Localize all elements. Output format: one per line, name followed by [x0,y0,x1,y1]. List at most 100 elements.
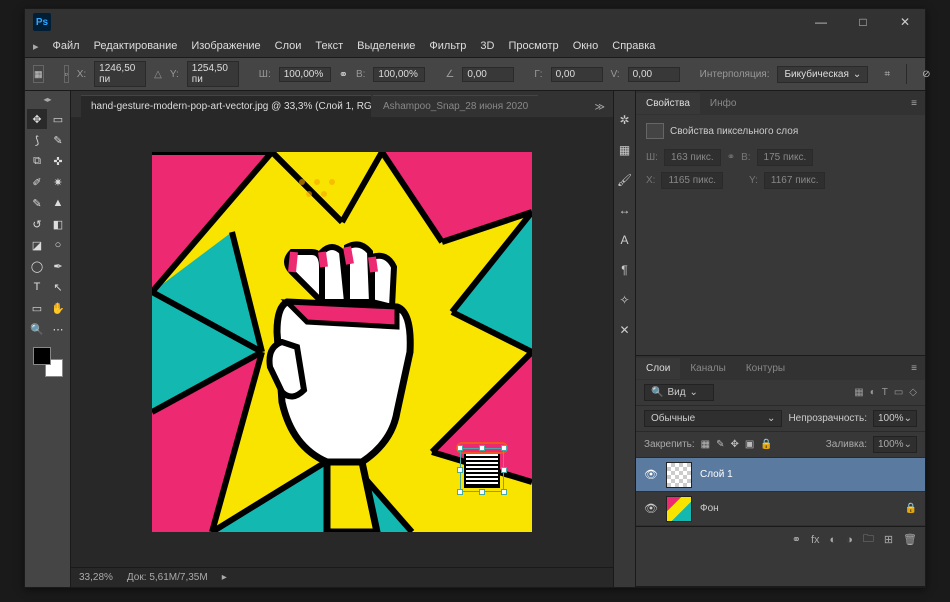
close-button[interactable]: ✕ [893,15,917,29]
menu-window[interactable]: Окно [567,38,605,54]
lock-brush-icon[interactable]: ✎ [716,439,724,450]
filter-pixel-icon[interactable]: ▦ [854,387,863,398]
y-input[interactable]: 1254,50 пи [187,61,239,87]
layer-name[interactable]: Слой 1 [700,469,733,480]
reference-point-icon[interactable]: ▫ [64,65,69,83]
handle-br[interactable] [501,489,507,495]
menu-type[interactable]: Текст [309,38,349,54]
prop-y-input[interactable]: 1167 пикс. [764,172,826,189]
edit-toolbar[interactable]: ⋯ [48,319,68,339]
tabs-overflow-icon[interactable]: ≫ [587,98,613,117]
filter-shape-icon[interactable]: ▭ [894,387,903,398]
tab-paths[interactable]: Контуры [736,358,795,379]
w-input[interactable]: 100,00% [279,67,331,82]
handle-bm[interactable] [479,489,485,495]
stamp-tool[interactable]: ▲ [48,193,68,213]
menu-file[interactable]: Файл [47,38,86,54]
tab-inactive[interactable]: Ashampoo_Snap_28 июня 2020 [373,95,538,117]
cancel-transform-icon[interactable]: ⊘ [915,63,937,85]
menu-help[interactable]: Справка [606,38,661,54]
dock-icon-4[interactable]: A [616,231,634,249]
angle-input[interactable]: 0,00 [462,67,514,82]
visibility-toggle[interactable]: 👁 [644,468,658,481]
dock-icon-1[interactable]: ▦ [616,141,634,159]
blend-mode-select[interactable]: Обычные⌄ [644,410,782,427]
hand-tool[interactable]: ✋ [48,298,68,318]
layer-thumbnail[interactable] [666,462,692,488]
crop-tool[interactable]: ⧉ [27,151,47,171]
link-layers-icon[interactable]: ⚭ [792,533,801,546]
move-tool[interactable]: ✥ [27,109,47,129]
handle-ml[interactable] [457,467,463,473]
tab-layers[interactable]: Слои [636,358,680,379]
shape-tool[interactable]: ▭ [27,298,47,318]
menu-edit[interactable]: Редактирование [88,38,184,54]
h-input[interactable]: 100,00% [373,67,425,82]
layer-name[interactable]: Фон [700,503,719,514]
handle-tr[interactable] [501,445,507,451]
foreground-color[interactable] [33,347,51,365]
menu-view[interactable]: Просмотр [502,38,564,54]
opacity-input[interactable]: 100%⌄ [873,410,917,427]
transform-tool-icon[interactable]: ▦ [33,65,44,83]
warp-icon[interactable]: ⌗ [876,63,898,85]
lock-icon[interactable]: 🔒 [905,503,917,514]
prop-h-input[interactable]: 175 пикс. [757,149,814,166]
layer-thumbnail[interactable] [666,496,692,522]
x-input[interactable]: 1246,50 пи [94,61,146,87]
heal-tool[interactable]: ✷ [48,172,68,192]
reset-transform-icon[interactable]: ↺ [943,63,950,85]
marquee-tool[interactable]: ▭ [48,109,68,129]
menu-3d[interactable]: 3D [474,38,500,54]
brush-tool[interactable]: ✎ [27,193,47,213]
link-wh-icon[interactable]: ⚭ [339,68,348,81]
zoom-tool[interactable]: 🔍 [27,319,47,339]
lock-artboard-icon[interactable]: ▣ [745,439,754,450]
fx-icon[interactable]: fx [811,534,820,546]
tab-active[interactable]: hand-gesture-modern-pop-art-vector.jpg @… [81,95,371,117]
menu-filter[interactable]: Фильтр [423,38,472,54]
minimize-button[interactable]: — [809,15,833,29]
eyedropper-tool[interactable]: ✐ [27,172,47,192]
canvas-viewport[interactable] [71,117,613,567]
triangle-icon[interactable]: △ [154,69,162,80]
color-swatch[interactable] [33,347,63,377]
dock-icon-6[interactable]: ✧ [616,291,634,309]
quick-select-tool[interactable]: ✎ [48,130,68,150]
toolbox-collapse-icon[interactable]: ◂▸ [41,95,55,105]
blur-tool[interactable]: ○ [48,235,68,255]
handle-tm[interactable] [479,445,485,451]
new-layer-icon[interactable]: ⊞ [884,533,893,546]
filter-type-icon[interactable]: T [882,387,888,398]
lasso-tool[interactable]: ⟆ [27,130,47,150]
lock-pixels-icon[interactable]: ▦ [701,439,710,450]
tab-info[interactable]: Инфо [700,93,747,114]
menu-flyout-icon[interactable]: ▸ [33,40,39,53]
handle-bl[interactable] [457,489,463,495]
prop-x-input[interactable]: 1165 пикс. [661,172,723,189]
interp-select[interactable]: Бикубическая⌄ [777,66,868,83]
status-flyout-icon[interactable]: ▸ [222,572,227,583]
transform-selection[interactable] [460,448,504,492]
delete-layer-icon[interactable]: 🗑 [903,533,917,546]
skewh-input[interactable]: 0,00 [551,67,603,82]
handle-mr[interactable] [501,467,507,473]
zoom-level[interactable]: 33,28% [79,572,113,583]
dodge-tool[interactable]: ◯ [27,256,47,276]
tab-properties[interactable]: Свойства [636,93,700,114]
history-brush-tool[interactable]: ↺ [27,214,47,234]
prop-w-input[interactable]: 163 пикс. [664,149,721,166]
layer-kind-select[interactable]: 🔍 Вид ⌄ [644,384,714,401]
group-icon[interactable]: 🗀 [863,530,874,549]
menu-select[interactable]: Выделение [351,38,421,54]
tab-channels[interactable]: Каналы [680,358,736,379]
dock-icon-2[interactable]: 🖌 [616,171,634,189]
lock-move-icon[interactable]: ✥ [731,439,739,450]
layer-row-bg[interactable]: 👁 Фон 🔒 [636,492,925,526]
filter-adjust-icon[interactable]: ◐ [870,387,876,398]
eraser-tool[interactable]: ◧ [48,214,68,234]
maximize-button[interactable]: □ [851,15,875,29]
menu-layer[interactable]: Слои [269,38,308,54]
layer-row-1[interactable]: 👁 Слой 1 [636,458,925,492]
type-tool[interactable]: T [27,277,47,297]
